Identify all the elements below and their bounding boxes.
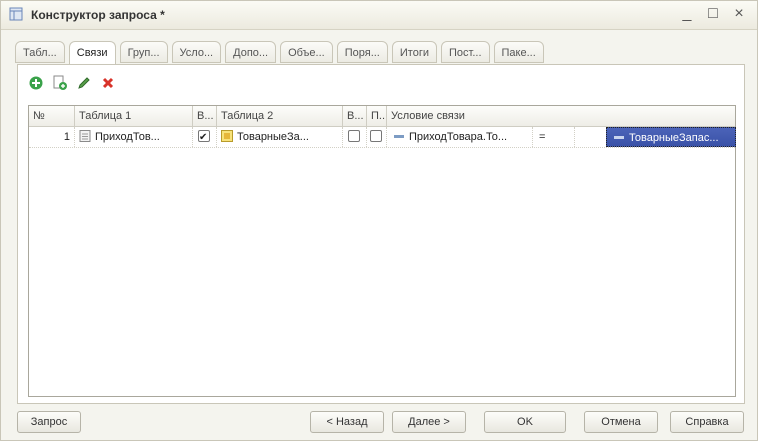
condition-operator-cell[interactable]: = xyxy=(533,127,575,147)
window-icon xyxy=(9,7,23,21)
maximize-button[interactable]: □ xyxy=(703,5,723,23)
table1-cell[interactable]: ПриходТов... xyxy=(75,127,193,147)
column-header-all2[interactable]: В... xyxy=(343,106,367,126)
table2-cell[interactable]: ТоварныеЗа... xyxy=(217,127,343,147)
minimize-button[interactable]: _ xyxy=(677,5,697,23)
field-icon xyxy=(394,135,404,139)
query-button[interactable]: Запрос xyxy=(17,411,81,433)
column-header-all1[interactable]: В... xyxy=(193,106,217,126)
column-header-table2[interactable]: Таблица 2 xyxy=(217,106,343,126)
tab-tables[interactable]: Табл... xyxy=(15,41,65,63)
field-icon xyxy=(614,136,624,140)
next-button[interactable]: Далее > xyxy=(392,411,466,433)
edit-icon[interactable] xyxy=(76,75,92,91)
table-header: № Таблица 1 В... Таблица 2 В... П... Усл… xyxy=(29,106,735,127)
column-header-table1[interactable]: Таблица 1 xyxy=(75,106,193,126)
tab-links[interactable]: Связи xyxy=(68,41,116,65)
condition-left-cell[interactable]: ПриходТовара.То... xyxy=(387,127,533,147)
table2-value: ТоварныеЗа... xyxy=(237,131,309,143)
all2-cell[interactable] xyxy=(343,127,367,147)
tab-strip: Табл... Связи Груп... Усло... Допо... Об… xyxy=(15,41,544,65)
back-button[interactable]: < Назад xyxy=(310,411,384,433)
arbitrary-cell[interactable] xyxy=(367,127,387,147)
title-bar: Конструктор запроса * _ □ × xyxy=(1,1,757,30)
ok-button[interactable]: OK xyxy=(484,411,566,433)
table-row[interactable]: 1 ПриходТов... ТоварныеЗа... ПриходТов xyxy=(29,127,736,148)
tab-unions[interactable]: Объе... xyxy=(280,41,333,63)
all1-cell[interactable] xyxy=(193,127,217,147)
grid-toolbar xyxy=(28,73,116,93)
add-icon[interactable] xyxy=(28,75,44,91)
links-table[interactable]: № Таблица 1 В... Таблица 2 В... П... Усл… xyxy=(28,105,736,397)
copy-icon[interactable] xyxy=(52,75,68,91)
table1-value: ПриходТов... xyxy=(95,131,160,143)
row-number: 1 xyxy=(29,127,75,147)
arbitrary-checkbox[interactable] xyxy=(370,130,382,143)
register-icon xyxy=(221,130,233,143)
column-header-num[interactable]: № xyxy=(29,106,75,126)
column-header-condition[interactable]: Условие связи xyxy=(387,106,735,126)
tab-builder[interactable]: Пост... xyxy=(440,41,490,63)
table-icon xyxy=(79,130,91,143)
links-panel: № Таблица 1 В... Таблица 2 В... П... Усл… xyxy=(17,64,745,404)
tab-advanced[interactable]: Допо... xyxy=(225,41,277,63)
window-title: Конструктор запроса * xyxy=(31,8,165,22)
delete-icon[interactable] xyxy=(100,75,116,91)
condition-left-value: ПриходТовара.То... xyxy=(409,131,508,143)
tab-totals[interactable]: Итоги xyxy=(391,41,437,63)
column-header-arbitrary[interactable]: П... xyxy=(367,106,387,126)
cancel-button[interactable]: Отмена xyxy=(584,411,658,433)
tab-conditions[interactable]: Усло... xyxy=(171,41,222,63)
close-button[interactable]: × xyxy=(729,5,749,23)
condition-right-value: ТоварныеЗапас... xyxy=(629,132,719,144)
dialog-buttons: Запрос < Назад Далее > OK Отмена Справка xyxy=(1,411,757,435)
tab-grouping[interactable]: Груп... xyxy=(119,41,168,63)
query-builder-window: Конструктор запроса * _ □ × Табл... Связ… xyxy=(0,0,758,441)
all2-checkbox[interactable] xyxy=(348,130,360,143)
all1-checkbox[interactable] xyxy=(198,128,210,147)
help-button[interactable]: Справка xyxy=(670,411,744,433)
tab-batch[interactable]: Паке... xyxy=(493,41,544,63)
condition-right-cell[interactable]: ТоварныеЗапас... xyxy=(606,127,736,147)
tab-order[interactable]: Поря... xyxy=(336,41,388,63)
